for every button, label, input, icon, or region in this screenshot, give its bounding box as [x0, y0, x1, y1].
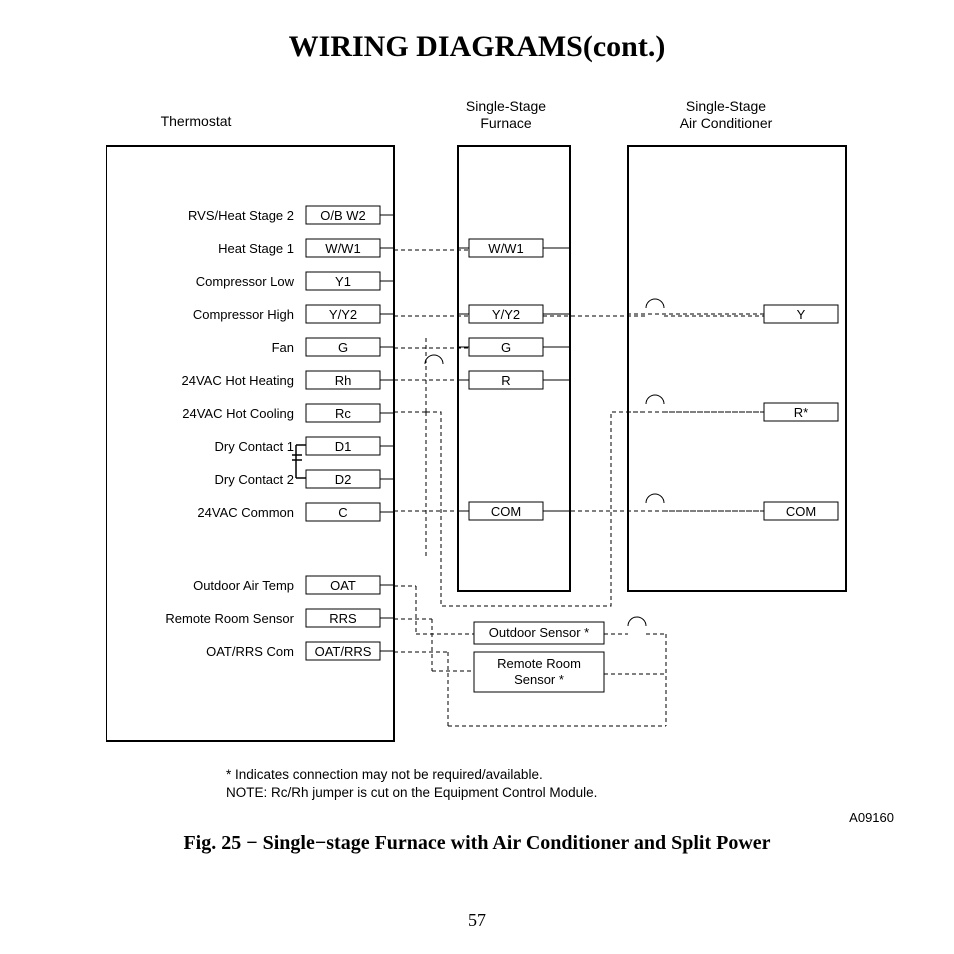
header-furnace-l2: Furnace — [480, 115, 532, 131]
thermostat-label: Compressor High — [193, 307, 294, 322]
wiring-diagram: Thermostat Single-Stage Furnace Single-S… — [106, 86, 866, 756]
furnace-terminal-text: G — [501, 340, 511, 355]
thermostat-label: Dry Contact 2 — [215, 472, 294, 487]
furnace-terminal-text: COM — [491, 504, 521, 519]
sensor-terminal-text: RRS — [329, 611, 357, 626]
sensor-label: Outdoor Air Temp — [193, 578, 294, 593]
page-number: 57 — [0, 910, 954, 931]
furnace-block — [458, 146, 570, 591]
drawing-code: A09160 — [849, 810, 894, 825]
furnace-terminal-text: Y/Y2 — [492, 307, 520, 322]
thermostat-terminal-text: D1 — [335, 439, 352, 454]
thermostat-terminal-text: C — [338, 505, 347, 520]
thermostat-terminal-text: O/B W2 — [320, 208, 366, 223]
sensor-terminal-text: OAT/RRS — [315, 644, 372, 659]
thermostat-terminal-text: Y1 — [335, 274, 351, 289]
thermostat-label: Fan — [272, 340, 294, 355]
header-thermostat: Thermostat — [161, 113, 232, 129]
sensor-terminal-text: OAT — [330, 578, 356, 593]
thermostat-terminal-text: Rc — [335, 406, 351, 421]
thermostat-rows: RVS/Heat Stage 2 O/B W2 Heat Stage 1 W/W1 Co… — [182, 206, 395, 521]
header-ac-l1: Single-Stage — [686, 98, 766, 114]
thermostat-terminal-text: G — [338, 340, 348, 355]
thermostat-label: 24VAC Common — [197, 505, 294, 520]
thermostat-label: Compressor Low — [196, 274, 295, 289]
thermostat-label: Heat Stage 1 — [218, 241, 294, 256]
thermostat-terminal-text: Y/Y2 — [329, 307, 357, 322]
outdoor-sensor-label: Outdoor Sensor * — [489, 625, 589, 640]
d1-d2-jumper — [292, 445, 306, 478]
header-furnace-l1: Single-Stage — [466, 98, 546, 114]
outdoor-sensor-box: Outdoor Sensor * — [474, 622, 604, 644]
header-ac-l2: Air Conditioner — [680, 115, 773, 131]
furnace-terminal-text: R — [501, 373, 510, 388]
ac-terminal-text: R* — [794, 405, 808, 420]
sensor-rows: Outdoor Air Temp OAT Remote Room Sensor RRS… — [165, 576, 394, 660]
remote-sensor-box: Remote Room Sensor * — [474, 652, 604, 692]
ac-terminal-text: Y — [797, 307, 806, 322]
page-title: WIRING DIAGRAMS(cont.) — [0, 30, 954, 64]
figure-caption: Fig. 25 − Single−stage Furnace with Air … — [0, 832, 954, 855]
footnote-note: NOTE: Rc/Rh jumper is cut on the Equipme… — [226, 784, 597, 802]
remote-sensor-label-2: Sensor * — [514, 672, 564, 687]
footnotes: * Indicates connection may not be requir… — [226, 766, 597, 802]
sensor-label: Remote Room Sensor — [165, 611, 294, 626]
furnace-terminal-text: W/W1 — [488, 241, 523, 256]
furnace-terminals: W/W1 Y/Y2 G R COM — [458, 239, 570, 520]
thermostat-label: 24VAC Hot Heating — [182, 373, 295, 388]
remote-sensor-label-1: Remote Room — [497, 656, 581, 671]
footnote-asterisk: * Indicates connection may not be requir… — [226, 766, 597, 784]
thermostat-label: Dry Contact 1 — [215, 439, 294, 454]
thermostat-terminal-text: W/W1 — [325, 241, 360, 256]
thermostat-terminal-text: Rh — [335, 373, 352, 388]
ac-terminals: Y R* COM — [628, 305, 838, 520]
sensor-label: OAT/RRS Com — [206, 644, 294, 659]
ac-block — [628, 146, 846, 591]
thermostat-label: RVS/Heat Stage 2 — [188, 208, 294, 223]
ac-terminal-text: COM — [786, 504, 816, 519]
thermostat-label: 24VAC Hot Cooling — [182, 406, 294, 421]
thermostat-terminal-text: D2 — [335, 472, 352, 487]
